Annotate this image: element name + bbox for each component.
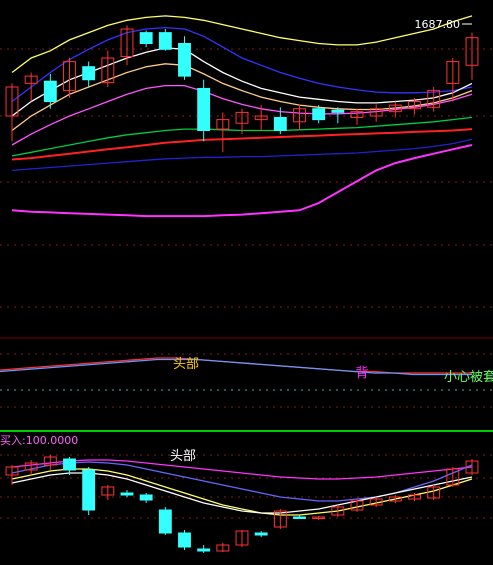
oscillator-candle-body bbox=[178, 532, 191, 548]
price-candle-body bbox=[312, 108, 326, 121]
oscillator-candle-body bbox=[254, 532, 268, 536]
oscillator-candle-body bbox=[120, 492, 134, 496]
price-candle-body bbox=[178, 43, 191, 77]
price-label: 1687.80 bbox=[415, 18, 461, 31]
price-candle-body bbox=[139, 32, 153, 44]
price-candle-body bbox=[273, 116, 287, 131]
indicator-annotation: 背 bbox=[355, 366, 368, 381]
oscillator-annotation: 头部 bbox=[170, 449, 196, 464]
indicator-annotation: 头部 bbox=[173, 357, 199, 372]
oscillator-candle-body bbox=[197, 548, 211, 552]
oscillator-candle-body bbox=[139, 494, 153, 501]
price-candle-body bbox=[331, 109, 345, 113]
price-candle-body bbox=[158, 32, 172, 50]
oscillator-series-line bbox=[11, 461, 473, 502]
indicator-series-line bbox=[0, 358, 472, 376]
price-series-line bbox=[11, 144, 473, 218]
oscillator-candle-body bbox=[82, 469, 96, 511]
buy-label: 买入:100.0000 bbox=[0, 434, 78, 447]
price-candle-body bbox=[43, 80, 57, 102]
oscillator-series-line bbox=[11, 472, 473, 514]
oscillator-candle-body bbox=[63, 458, 76, 471]
price-series-line bbox=[11, 138, 473, 172]
price-candle-body bbox=[82, 66, 96, 81]
oscillator-candle-body bbox=[293, 516, 306, 519]
price-candle-body bbox=[197, 87, 211, 131]
stock-chart: 1687.80头部背 小心被套买入:100.0000头部 bbox=[0, 15, 493, 553]
indicator-annotation: 小心被套 bbox=[444, 369, 493, 385]
price-series-line bbox=[11, 15, 473, 74]
oscillator-candle-body bbox=[158, 509, 172, 534]
